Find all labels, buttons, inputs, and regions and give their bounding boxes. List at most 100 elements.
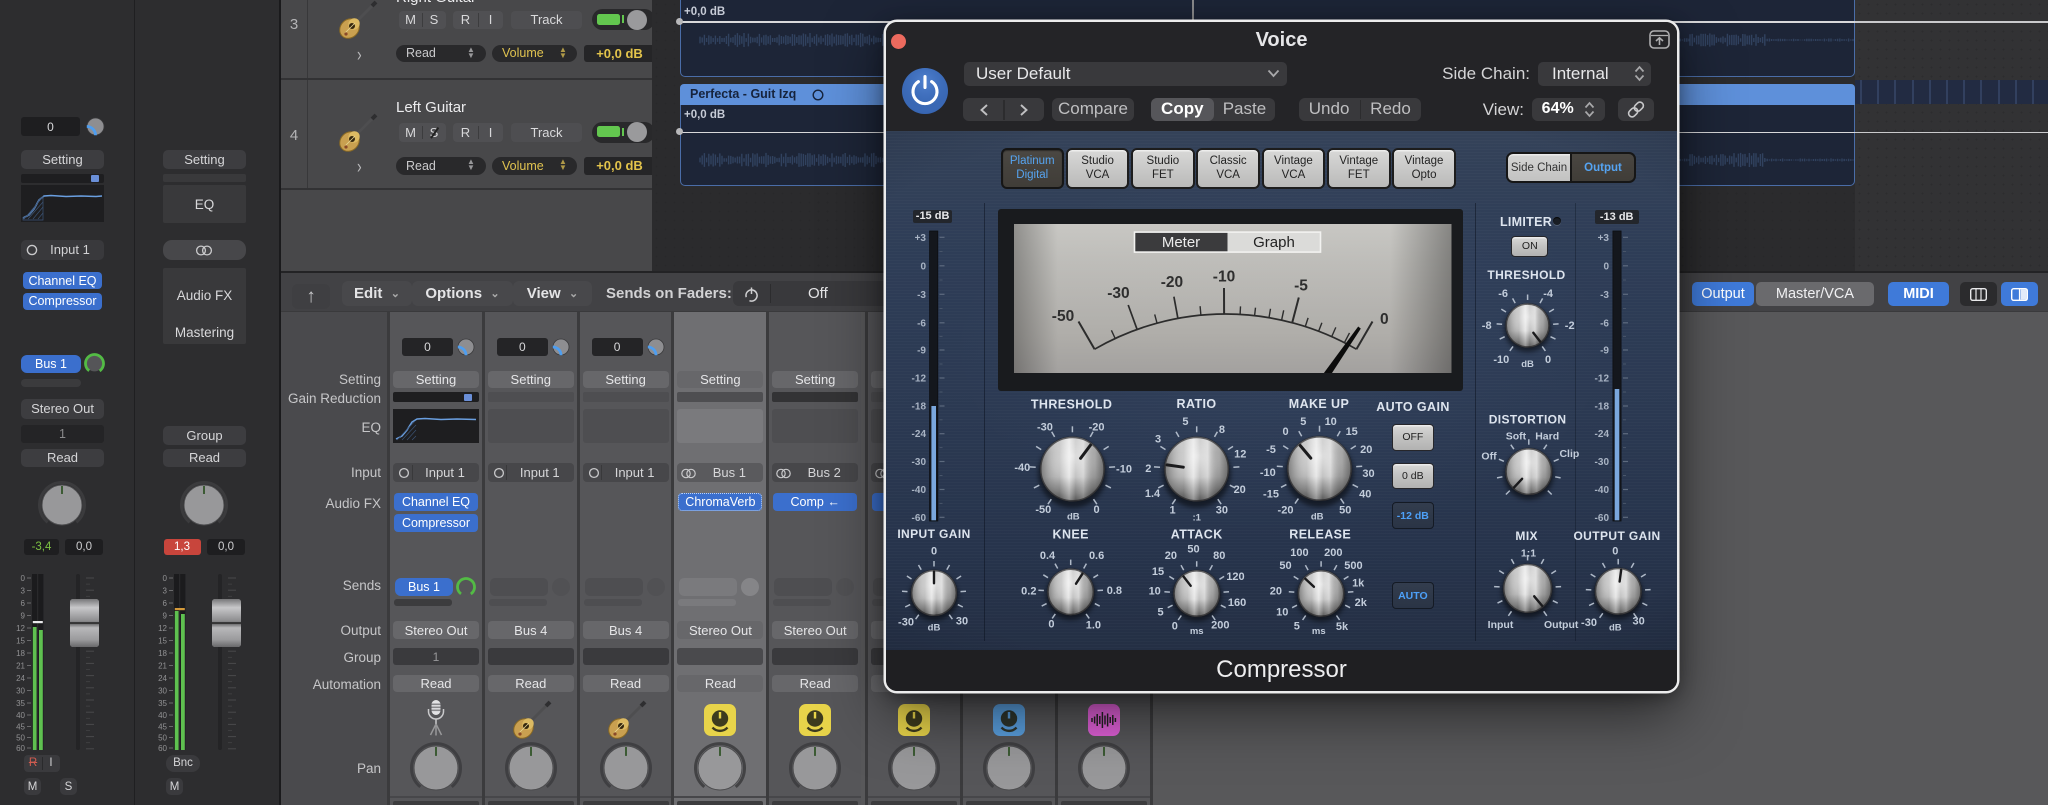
svg-text::1: :1 — [1192, 512, 1201, 523]
svg-text:3: 3 — [21, 587, 26, 596]
svg-text:20: 20 — [1234, 484, 1246, 496]
svg-text:0.4: 0.4 — [1040, 550, 1056, 562]
svg-text:12: 12 — [16, 624, 25, 633]
svg-text:ms: ms — [1312, 626, 1326, 637]
svg-text:45: 45 — [16, 723, 25, 732]
svg-text:-8: -8 — [1482, 320, 1492, 332]
svg-text:2: 2 — [1145, 463, 1151, 475]
svg-text:-20: -20 — [1278, 505, 1294, 517]
svg-text:18: 18 — [16, 649, 25, 658]
svg-text:0: 0 — [1612, 546, 1618, 558]
svg-text:5: 5 — [1300, 416, 1306, 428]
svg-text:5: 5 — [1294, 620, 1300, 632]
svg-text:Hard: Hard — [1535, 431, 1559, 443]
svg-text:9: 9 — [21, 612, 26, 621]
svg-text:1: 1 — [1169, 505, 1175, 517]
svg-text:0.2: 0.2 — [1021, 585, 1036, 597]
svg-text:dB: dB — [1067, 512, 1080, 523]
svg-text:120: 120 — [1226, 571, 1244, 583]
svg-text:1:1: 1:1 — [1521, 548, 1536, 560]
svg-text:MIX: MIX — [1515, 529, 1538, 543]
svg-text:5: 5 — [1157, 607, 1163, 619]
svg-text:0.8: 0.8 — [1107, 585, 1122, 597]
svg-text:15: 15 — [158, 637, 167, 646]
svg-text:15: 15 — [1152, 566, 1164, 578]
svg-text:Soft: Soft — [1506, 431, 1527, 443]
svg-text:ATTACK: ATTACK — [1171, 527, 1223, 541]
svg-text:-10: -10 — [1116, 464, 1132, 476]
svg-text:50: 50 — [1339, 505, 1351, 517]
svg-text:30: 30 — [1632, 616, 1644, 628]
svg-text:dB: dB — [1311, 512, 1324, 523]
svg-text:3: 3 — [1155, 434, 1161, 446]
svg-text:0: 0 — [1094, 504, 1100, 516]
svg-text:-10: -10 — [1493, 354, 1509, 366]
svg-text:2k: 2k — [1355, 597, 1368, 609]
svg-text:KNEE: KNEE — [1053, 527, 1089, 541]
svg-text:-15: -15 — [1263, 489, 1279, 501]
svg-text:160: 160 — [1228, 597, 1246, 609]
svg-text:0: 0 — [1282, 426, 1288, 438]
svg-text:30: 30 — [158, 687, 167, 696]
svg-text:30: 30 — [956, 616, 968, 628]
svg-text:0: 0 — [931, 546, 937, 558]
svg-text:24: 24 — [158, 674, 167, 683]
svg-text:8: 8 — [1219, 424, 1225, 436]
svg-text:dB: dB — [1609, 623, 1622, 634]
svg-text:35: 35 — [158, 699, 167, 708]
svg-text:21: 21 — [158, 662, 167, 671]
svg-text:0: 0 — [163, 574, 168, 583]
svg-text:MAKE UP: MAKE UP — [1289, 397, 1349, 411]
svg-text:THRESHOLD: THRESHOLD — [1487, 268, 1565, 282]
svg-text:200: 200 — [1211, 620, 1229, 632]
svg-text:40: 40 — [16, 711, 25, 720]
svg-text:15: 15 — [16, 637, 25, 646]
svg-text:21: 21 — [16, 662, 25, 671]
svg-text:-50: -50 — [1035, 504, 1051, 516]
svg-text:24: 24 — [16, 674, 25, 683]
svg-text:200: 200 — [1324, 547, 1342, 559]
svg-text:30: 30 — [16, 687, 25, 696]
svg-text:40: 40 — [158, 711, 167, 720]
svg-text:INPUT GAIN: INPUT GAIN — [897, 527, 970, 541]
svg-text:60: 60 — [16, 744, 25, 752]
svg-text:45: 45 — [158, 723, 167, 732]
svg-text:-2: -2 — [1565, 320, 1575, 332]
svg-text:0: 0 — [1172, 620, 1178, 632]
svg-text:15: 15 — [1346, 426, 1358, 438]
svg-text:Input: Input — [1488, 619, 1514, 631]
svg-text:100: 100 — [1290, 547, 1308, 559]
svg-text:Clip: Clip — [1559, 448, 1579, 460]
svg-text:50: 50 — [16, 734, 25, 743]
svg-text:Off: Off — [1481, 450, 1497, 462]
svg-text:35: 35 — [16, 699, 25, 708]
svg-text:-5: -5 — [1266, 444, 1276, 456]
svg-text:dB: dB — [928, 623, 941, 634]
svg-text:THRESHOLD: THRESHOLD — [1031, 398, 1112, 412]
svg-text:DISTORTION: DISTORTION — [1489, 412, 1567, 426]
svg-text:1.0: 1.0 — [1086, 620, 1101, 632]
svg-text:0: 0 — [1048, 619, 1054, 631]
svg-text:-4: -4 — [1543, 288, 1554, 300]
svg-text:-30: -30 — [1581, 617, 1597, 629]
svg-text:50: 50 — [1187, 543, 1199, 555]
svg-text:60: 60 — [158, 744, 167, 752]
svg-text:6: 6 — [21, 599, 26, 608]
svg-text:30: 30 — [1362, 468, 1374, 480]
svg-text:dB: dB — [1521, 359, 1534, 370]
svg-text:ms: ms — [1190, 626, 1204, 637]
svg-text:3: 3 — [163, 587, 168, 596]
svg-text:50: 50 — [1279, 560, 1291, 572]
svg-text:500: 500 — [1344, 560, 1362, 572]
svg-text:OUTPUT GAIN: OUTPUT GAIN — [1573, 529, 1660, 543]
svg-text:-6: -6 — [1498, 288, 1508, 300]
svg-text:-40: -40 — [1014, 462, 1030, 474]
svg-text:RATIO: RATIO — [1177, 397, 1217, 411]
svg-text:18: 18 — [158, 649, 167, 658]
svg-text:10: 10 — [1325, 416, 1337, 428]
svg-text:Output: Output — [1544, 619, 1579, 631]
svg-text:50: 50 — [158, 734, 167, 743]
svg-text:1.4: 1.4 — [1145, 488, 1161, 500]
svg-text:12: 12 — [158, 624, 167, 633]
svg-text:0.6: 0.6 — [1089, 550, 1104, 562]
